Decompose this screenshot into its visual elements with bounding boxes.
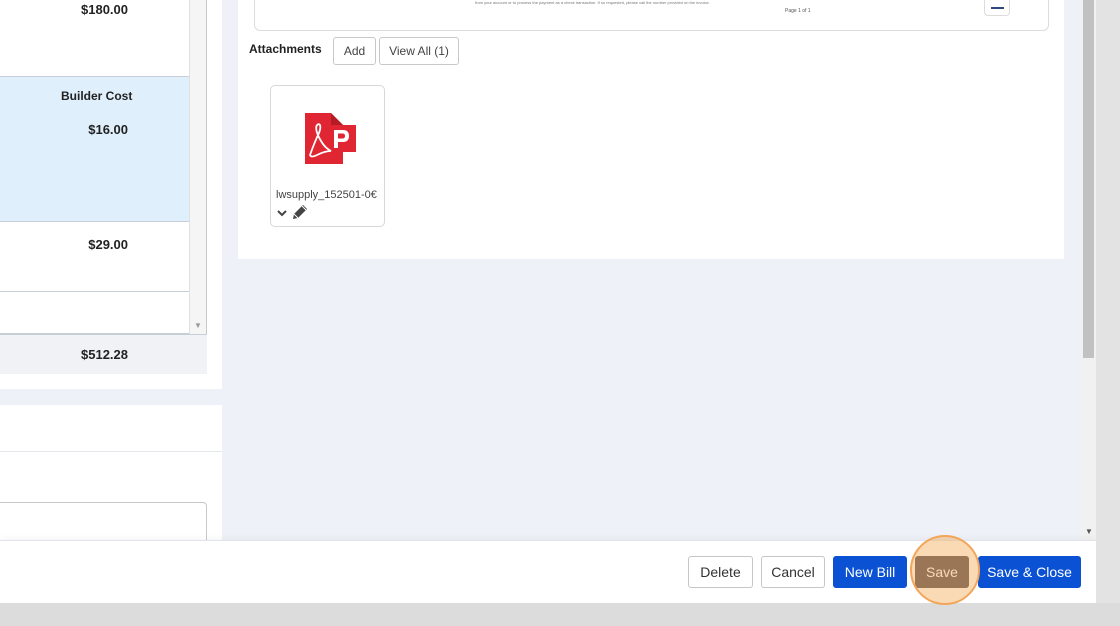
attachment-filename: lwsupply_152501-0€ <box>276 189 377 201</box>
menu-icon <box>991 7 1004 9</box>
column-header-builder-cost: Builder Cost <box>61 89 133 103</box>
backdrop-edge <box>1096 0 1120 626</box>
cell-value: $180.00 <box>81 2 128 17</box>
cancel-button[interactable]: Cancel <box>761 556 825 588</box>
table-row[interactable]: $29.00 <box>0 222 189 292</box>
attachments-label: Attachments <box>249 42 322 56</box>
view-all-attachments-button[interactable]: View All (1) <box>379 37 459 65</box>
document-preview: from your account or to process the paym… <box>254 0 1049 31</box>
table-scrollbar[interactable]: ▼ <box>189 0 206 334</box>
scroll-down-icon[interactable]: ▼ <box>194 321 202 330</box>
modal-scrollbar[interactable]: ▼ <box>1081 0 1096 540</box>
cell-value: $16.00 <box>88 122 128 137</box>
chevron-down-icon[interactable] <box>276 207 288 219</box>
pencil-icon[interactable] <box>290 203 310 221</box>
scrollbar-thumb[interactable] <box>1083 0 1094 358</box>
total-value: $512.28 <box>81 347 128 362</box>
preview-menu-button[interactable] <box>984 0 1010 16</box>
click-highlight <box>910 535 980 605</box>
cost-table-panel: $180.00 Builder Cost $16.00 $29.00 ▼ $51… <box>0 0 222 389</box>
pdf-icon <box>305 113 356 164</box>
preview-fine-print: from your account or to process the paym… <box>475 0 710 5</box>
notes-panel <box>0 405 222 542</box>
cell-value: $29.00 <box>88 237 128 252</box>
preview-page-label: Page 1 of 1 <box>785 8 811 14</box>
notes-input[interactable] <box>0 502 207 542</box>
attachments-panel: from your account or to process the paym… <box>238 0 1064 259</box>
delete-button[interactable]: Delete <box>688 556 753 588</box>
table-total-row: $512.28 <box>0 334 207 374</box>
table-row[interactable] <box>0 292 189 334</box>
save-and-close-button[interactable]: Save & Close <box>978 556 1081 588</box>
backdrop-bottom <box>0 603 1120 626</box>
table-row[interactable]: $180.00 <box>0 0 189 77</box>
scroll-down-icon[interactable]: ▼ <box>1085 527 1093 536</box>
attachment-tile[interactable]: lwsupply_152501-0€ <box>270 85 385 227</box>
new-bill-button[interactable]: New Bill <box>833 556 907 588</box>
cost-grid: $180.00 Builder Cost $16.00 $29.00 ▼ $51… <box>0 0 207 374</box>
add-attachment-button[interactable]: Add <box>333 37 376 65</box>
bill-modal: $180.00 Builder Cost $16.00 $29.00 ▼ $51… <box>0 0 1096 603</box>
divider <box>0 451 222 452</box>
table-row-selected[interactable]: Builder Cost $16.00 <box>0 77 189 222</box>
